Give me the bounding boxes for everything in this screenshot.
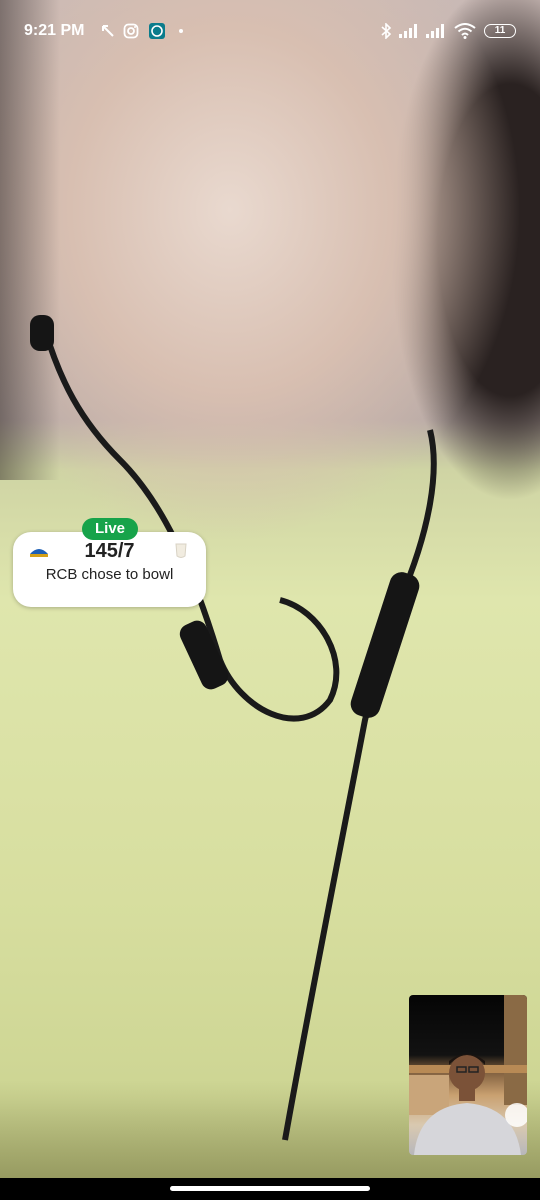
instagram-icon — [123, 22, 139, 40]
status-time: 9:21 PM — [24, 22, 85, 39]
wifi-icon — [454, 22, 476, 40]
battery-indicator: 11 — [484, 24, 516, 38]
score-value: 145/7 — [84, 540, 135, 562]
live-badge: Live — [82, 518, 138, 540]
match-status: RCB chose to bowl — [45, 566, 174, 583]
status-bar: 9:21 PM 11 — [0, 0, 540, 64]
missed-call-icon — [100, 22, 116, 40]
self-view-scene — [409, 995, 527, 1155]
signal-icon — [398, 22, 418, 40]
bluetooth-icon — [380, 22, 392, 40]
signal-icon — [425, 22, 445, 40]
self-view-video[interactable] — [409, 995, 527, 1155]
dot-icon — [178, 22, 184, 40]
hair-shadow — [0, 0, 60, 480]
whatsapp-icon — [148, 22, 166, 40]
home-indicator[interactable] — [170, 1186, 370, 1191]
